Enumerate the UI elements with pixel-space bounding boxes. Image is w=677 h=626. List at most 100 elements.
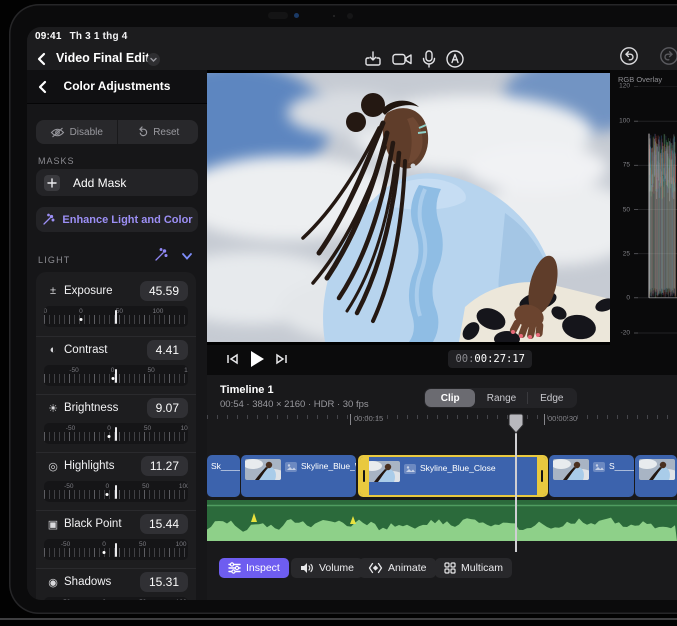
mode-range[interactable]: Range xyxy=(476,388,526,408)
slider-value-field[interactable]: 9.07 xyxy=(147,398,188,418)
slider-value-field[interactable]: 15.44 xyxy=(140,514,188,534)
multicam-icon xyxy=(444,562,456,574)
volume-icon xyxy=(300,562,314,574)
chevron-down-icon xyxy=(147,53,160,66)
slider-ruler[interactable]: -50050100 xyxy=(44,306,188,327)
trim-handle-left[interactable] xyxy=(359,456,369,496)
clip-thumbnail xyxy=(364,461,400,482)
clip-label: S_____ xyxy=(609,461,634,471)
clip-skyline-blue-wide[interactable]: Skyline_Blue_Wide xyxy=(241,455,356,497)
timecode-display[interactable]: 00:00:27:17 xyxy=(448,350,532,368)
enhance-label: Enhance Light and Color xyxy=(62,214,192,226)
reset-label: Reset xyxy=(153,127,179,138)
ruler-tick-label: 100 xyxy=(184,367,188,374)
clip-content: Skyline_Blue_Wide xyxy=(241,455,356,484)
slider-value-field[interactable]: 4.41 xyxy=(147,340,188,360)
skip-back-icon[interactable] xyxy=(225,352,239,366)
playhead-handle[interactable] xyxy=(508,413,524,434)
shadows-icon: ◉ xyxy=(46,576,60,589)
status-time: 09:41 xyxy=(35,31,62,42)
trim-handle-right[interactable] xyxy=(537,456,547,496)
ruler-tick-label: 100 xyxy=(176,599,187,600)
back-button[interactable] xyxy=(37,52,46,66)
ruler-tick-label: 0 xyxy=(107,425,111,432)
status-date: Th 3 1 thg 4 xyxy=(70,31,128,42)
slider-ruler[interactable]: -50050100 xyxy=(44,539,188,560)
annotate-icon[interactable] xyxy=(445,49,465,69)
undo-icon[interactable] xyxy=(619,46,639,66)
slider-value-field[interactable]: 15.31 xyxy=(140,572,188,592)
clips-track: Sk_____Skyline_Blue_Wide Skyline_Blue_Clo… xyxy=(207,455,677,497)
front-camera-lens xyxy=(294,13,299,18)
slider-ruler[interactable]: -50050100 xyxy=(44,481,188,502)
zero-marker xyxy=(108,435,111,438)
value-cursor xyxy=(115,369,117,383)
animate-button[interactable]: Animate xyxy=(359,558,436,578)
ruler-tick-label: -50 xyxy=(61,599,70,600)
enhance-button[interactable]: Enhance Light and Color xyxy=(36,207,198,232)
timeline-name: Timeline 1 xyxy=(220,384,274,396)
inspect-button[interactable]: Inspect xyxy=(219,558,289,578)
export-icon[interactable] xyxy=(363,49,383,69)
timeline-ruler[interactable]: 00:00:1500:00:30 xyxy=(207,412,677,428)
ruler-tick-label: 100 xyxy=(181,425,188,432)
sensor-dot xyxy=(333,15,335,17)
ruler-tick-label: 0 xyxy=(111,367,115,374)
zero-marker xyxy=(79,318,82,321)
camera-icon[interactable] xyxy=(391,49,411,69)
slider-value-field[interactable]: 45.59 xyxy=(140,281,188,301)
clip[interactable] xyxy=(635,455,677,497)
clip-sk-[interactable]: Sk_____ xyxy=(207,455,240,497)
contrast-icon: ◐ xyxy=(46,344,60,356)
timecode-value: 00:27:17 xyxy=(474,353,525,365)
viewer[interactable] xyxy=(207,70,610,345)
audio-track[interactable] xyxy=(207,500,677,541)
transport-bar: 00:00:27:17 xyxy=(207,345,610,375)
section-collapse-chevron[interactable] xyxy=(180,250,194,262)
highlights-icon: ◎ xyxy=(46,460,60,473)
mode-edge[interactable]: Edge xyxy=(527,388,577,408)
timeline-info: 00:54 · 3840 × 2160 · HDR · 30 fps xyxy=(220,399,369,410)
slider-value-field[interactable]: 11.27 xyxy=(141,456,188,476)
clip-thumb-wrap xyxy=(553,459,589,480)
disable-button[interactable]: Disable xyxy=(36,120,118,144)
zero-marker xyxy=(106,493,109,496)
play-icon[interactable] xyxy=(249,350,265,368)
skip-forward-icon[interactable] xyxy=(275,352,289,366)
slider-ruler[interactable]: -50050100 xyxy=(44,423,188,444)
add-mask-button[interactable]: Add Mask xyxy=(36,169,198,196)
clip-label: Skyline_Blue_Close xyxy=(420,463,496,473)
scope-axis-label: 50 xyxy=(612,206,630,213)
auto-enhance-icon[interactable] xyxy=(152,247,168,263)
playhead-line[interactable] xyxy=(515,432,517,552)
light-section-label: LIGHT xyxy=(38,255,71,265)
ruler-tick-label: 0 xyxy=(102,541,106,548)
slider-row-highlights: ◎Highlights11.27-50050100 xyxy=(36,452,196,511)
timeline-toolbar: InspectVolumeAnimateMulticam xyxy=(207,558,677,578)
magic-wand-icon xyxy=(41,213,55,227)
redo-icon[interactable] xyxy=(659,46,677,66)
slider-ruler[interactable]: -50050100 xyxy=(44,597,188,600)
multicam-button[interactable]: Multicam xyxy=(435,558,512,578)
volume-button[interactable]: Volume xyxy=(291,558,363,578)
timecode-hours: 00: xyxy=(455,353,474,365)
mic-icon[interactable] xyxy=(421,49,441,69)
brightness-icon: ☀ xyxy=(46,402,60,415)
ruler-tick-label: -50 xyxy=(44,308,47,315)
media-icon xyxy=(285,462,297,472)
sensor-dot2 xyxy=(347,13,353,19)
status-bar: 09:41 Th 3 1 thg 4 xyxy=(35,31,128,42)
ruler-tick-label: -50 xyxy=(64,483,73,490)
clip-s-[interactable]: S_____ xyxy=(549,455,634,497)
clip-skyline-blue-close[interactable]: Skyline_Blue_Close xyxy=(358,455,548,497)
clip-thumb-wrap xyxy=(639,459,675,480)
title-dropdown-button[interactable] xyxy=(147,53,160,66)
project-title[interactable]: Video Final Edit xyxy=(56,51,150,65)
mode-clip[interactable]: Clip xyxy=(425,389,475,407)
value-cursor xyxy=(115,427,117,441)
keyboard-edge xyxy=(0,618,677,620)
slider-ruler[interactable]: -50050100 xyxy=(44,365,188,386)
video-frame xyxy=(207,73,610,342)
light-section-header: LIGHT xyxy=(38,250,196,264)
reset-button[interactable]: Reset xyxy=(118,120,199,144)
